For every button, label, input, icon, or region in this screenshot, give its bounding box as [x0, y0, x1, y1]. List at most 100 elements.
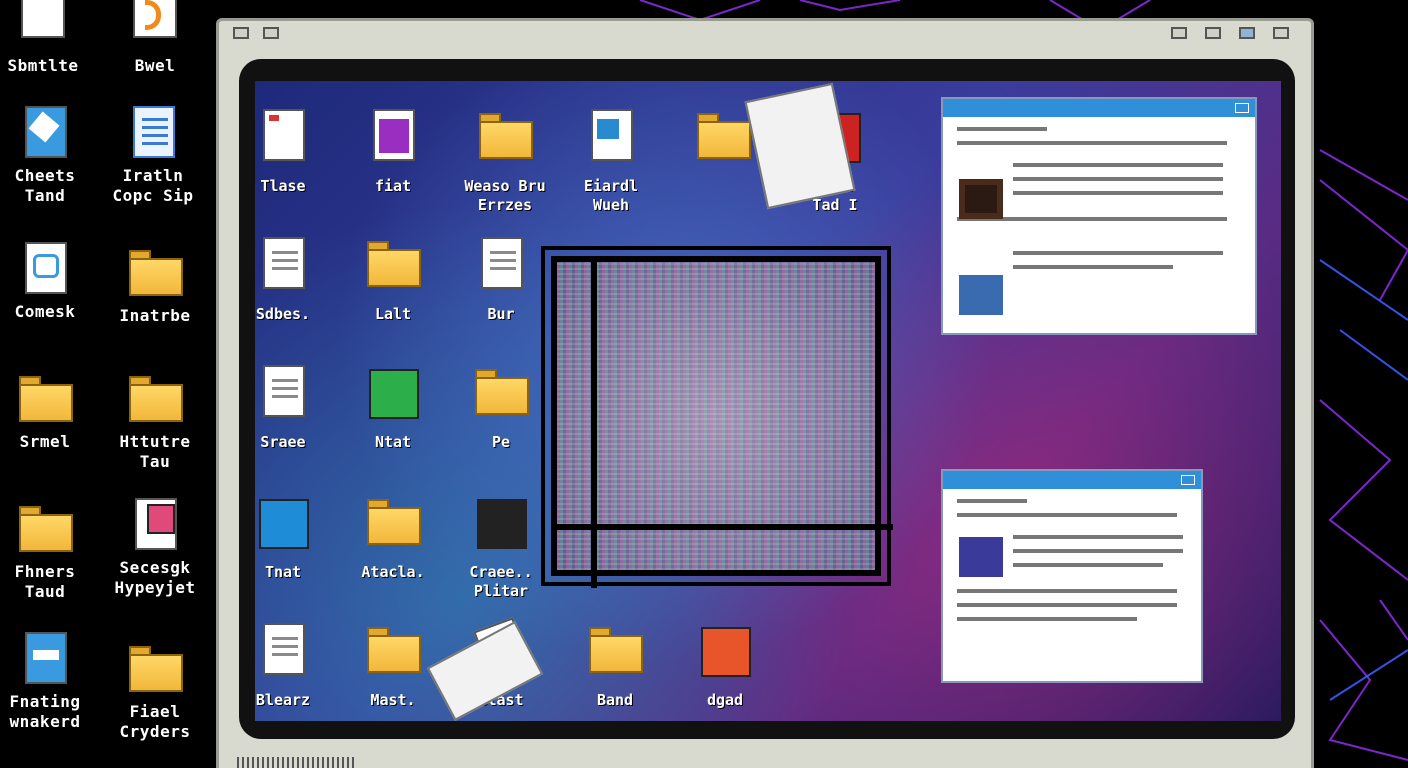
screen-icon-label: Blearz [255, 691, 311, 709]
screen-icon-16[interactable]: Blearz [255, 621, 333, 710]
folder-icon [127, 640, 183, 696]
desktop-icon-6[interactable]: Inatrbe [100, 244, 210, 326]
folder-icon [365, 621, 421, 685]
desktop-icon-3[interactable]: Cheets Tand [0, 104, 100, 206]
folder-icon [127, 244, 183, 300]
screen-icon-label: Eiardl Wueh [583, 177, 639, 214]
screen-icon-3[interactable]: Weaso Bru Errzes [455, 107, 555, 215]
window-2[interactable] [941, 469, 1203, 683]
screen-icon-12[interactable]: Pe [451, 363, 551, 452]
speaker-grille [237, 757, 357, 768]
desktop-icon-2[interactable]: Bwel [100, 0, 210, 76]
screen-icon-10[interactable]: Sraee [255, 363, 333, 452]
screen-icon-label: Sdbes. [255, 305, 311, 323]
app-icon [473, 493, 529, 557]
folder-icon [365, 235, 421, 299]
screen-icon-7[interactable]: Sdbes. [255, 235, 333, 324]
desktop-icon-label: Bwel [134, 56, 176, 75]
window-control-icon[interactable] [1235, 103, 1249, 113]
screen-icon-label: Ntat [374, 433, 412, 451]
desktop-icon-5[interactable]: Comesk [0, 240, 100, 322]
folder-icon [473, 363, 529, 427]
screen-icon-label: Atacla. [361, 563, 425, 581]
folder-icon [17, 500, 73, 556]
window-titlebar[interactable] [943, 471, 1201, 489]
screen-icon-label: Tnat [264, 563, 302, 581]
thumbnail-image [959, 275, 1003, 315]
desktop-icon-4[interactable]: Iratln Copc Sip [98, 104, 208, 206]
screen-icon-8[interactable]: Lalt [343, 235, 443, 324]
window-control-icon[interactable] [1181, 475, 1195, 485]
screen-icon-label: Pe [491, 433, 511, 451]
screen-icon-label: Lalt [374, 305, 412, 323]
screen-icon-label: Sraee [260, 433, 306, 451]
desktop-icon-11[interactable]: Fnating wnakerd [0, 630, 100, 732]
monitor-bezel: Tlase fiat Weaso Bru Errzes Eiardl Wueh [239, 59, 1295, 739]
desktop-icon-label: Fiael Cryders [119, 702, 191, 741]
folder-icon [127, 370, 183, 426]
document-icon [17, 630, 73, 686]
document-icon [17, 104, 73, 160]
monitor-button[interactable] [1273, 27, 1289, 39]
monitor-button[interactable] [1205, 27, 1221, 39]
screen-icon-label: Weaso Bru Errzes [464, 177, 546, 214]
window-titlebar[interactable] [943, 99, 1255, 117]
screen-icon-15[interactable]: Craee.. Plitar [451, 493, 551, 601]
desktop-icon-9[interactable]: Fhners Taud [0, 500, 100, 602]
glitch-artifact [541, 246, 893, 588]
app-icon [697, 621, 753, 685]
app-icon [365, 363, 421, 427]
desktop-icon-label: Httutre Tau [119, 432, 191, 471]
window-1[interactable] [941, 97, 1257, 335]
document-icon [127, 496, 183, 552]
thumbnail-image [959, 537, 1003, 577]
screen-icon-9[interactable]: Bur [451, 235, 551, 324]
app-icon [255, 493, 311, 557]
desktop-icon-label: Secesgk Hypeyjet [114, 558, 196, 597]
screen-icon-1[interactable]: Tlase [255, 107, 333, 196]
monitor-button[interactable] [233, 27, 249, 39]
desktop-icon-7[interactable]: Srmel [0, 370, 100, 452]
flying-paper [744, 82, 856, 210]
screen-icon-label: fiat [374, 177, 412, 195]
app-icon [365, 107, 421, 171]
app-icon [15, 0, 71, 50]
screen-icon-17[interactable]: Mast. [343, 621, 443, 710]
crt-monitor: Tlase fiat Weaso Bru Errzes Eiardl Wueh [216, 18, 1314, 768]
screen-icon-11[interactable]: Ntat [343, 363, 443, 452]
screen-icon-19[interactable]: Band [565, 621, 665, 710]
screen-icon-2[interactable]: fiat [343, 107, 443, 196]
document-icon [255, 621, 311, 685]
monitor-button[interactable] [1171, 27, 1187, 39]
screen-icon-label: Tlase [260, 177, 306, 195]
thumbnail-image [959, 179, 1003, 219]
document-icon [583, 107, 639, 171]
desktop-icon-10[interactable]: Secesgk Hypeyjet [100, 496, 210, 598]
monitor-button[interactable] [1239, 27, 1255, 39]
app-icon [127, 0, 183, 50]
screen-icon-13[interactable]: Tnat [255, 493, 333, 582]
desktop-icon-12[interactable]: Fiael Cryders [100, 640, 210, 742]
screen-icon-label: Bur [487, 305, 515, 323]
screen-icon-14[interactable]: Atacla. [343, 493, 443, 582]
desktop-icon-label: Srmel [19, 432, 71, 451]
folder-icon [695, 107, 751, 171]
monitor-button[interactable] [263, 27, 279, 39]
desktop-icon-label: Fhners Taud [14, 562, 76, 601]
desktop-icon-1[interactable]: Sbmtlte [0, 0, 98, 76]
desktop-screen: Tlase fiat Weaso Bru Errzes Eiardl Wueh [255, 81, 1281, 721]
folder-icon [365, 493, 421, 557]
desktop-icon-label: Comesk [14, 302, 76, 321]
screen-icon-20[interactable]: dgad [675, 621, 775, 710]
document-icon [255, 107, 311, 171]
folder-icon [477, 107, 533, 171]
screen-icon-4[interactable]: Eiardl Wueh [561, 107, 661, 215]
folder-icon [587, 621, 643, 685]
screen-icon-label: dgad [706, 691, 744, 709]
screen-icon-label: Mast. [370, 691, 416, 709]
document-icon [255, 235, 311, 299]
document-icon [17, 240, 73, 296]
desktop-icon-8[interactable]: Httutre Tau [100, 370, 210, 472]
document-icon [125, 104, 181, 160]
desktop-icon-label: Sbmtlte [7, 56, 79, 75]
